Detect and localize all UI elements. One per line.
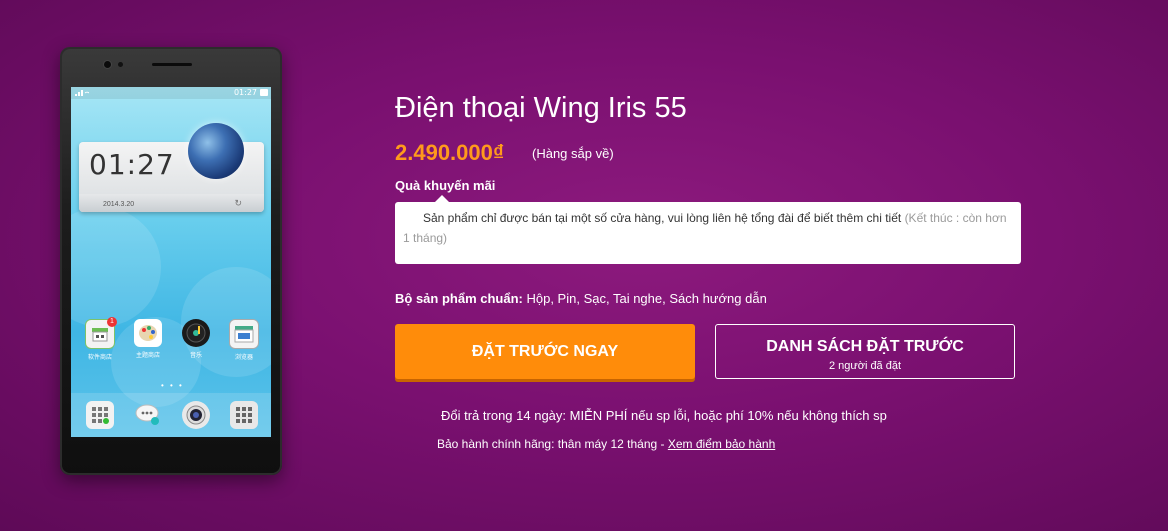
app-row: 1 软件商店 主题商店 音乐 浏览器 [81,317,263,361]
dock-row [81,401,263,429]
preorder-list-button[interactable]: DANH SÁCH ĐẶT TRƯỚC 2 người đã đặt [715,324,1015,379]
sensor [118,62,123,67]
front-camera [104,61,111,68]
dialer-icon [86,401,114,429]
standard-kit: Bộ sản phẩm chuẩn: Hộp, Pin, Sạc, Tai ng… [395,291,767,306]
app-browser: 浏览器 [225,319,263,361]
preorder-count: 2 người đã đặt [828,360,902,372]
phone-screen: 01:27 01:27 2014.3.20 ↻ 1 软件商店 主题商店 音乐 浏… [71,87,271,437]
messages-icon [134,401,162,429]
dock-dialer [81,401,119,429]
warranty-info: Bảo hành chính hãng: thân máy 12 tháng -… [437,437,775,451]
music-icon [182,319,210,347]
app-theme-store: 主题商店 [129,319,167,361]
notification-badge: 1 [107,317,117,327]
promo-box: Sản phẩm chỉ được bán tại một số cửa hàn… [395,195,1021,264]
signal-icon [75,90,89,96]
wallpaper-bubble [71,207,161,327]
standard-kit-label: Bộ sản phẩm chuẩn: [395,291,523,306]
promo-text: Sản phẩm chỉ được bán tại một số cửa hàn… [423,211,902,225]
promo-heading: Quà khuyến mãi [395,178,496,193]
battery-icon [260,89,268,96]
dock [71,393,271,437]
preorder-now-button[interactable]: ĐẶT TRƯỚC NGAY [395,324,695,379]
app-label: 软件商店 [87,354,112,361]
stock-status: (Hàng sắp về) [532,146,614,161]
status-bar: 01:27 [71,87,271,99]
dock-camera [177,401,215,429]
app-label: 主题商店 [135,352,160,359]
app-music: 音乐 [177,319,215,361]
return-policy: Đổi trả trong 14 ngày: MIỄN PHÍ nếu sp l… [441,408,887,423]
palette-icon [134,319,162,347]
status-time: 01:27 [233,88,257,97]
dock-messages [129,401,167,429]
clock-date: 2014.3.20 [103,201,135,208]
refresh-icon: ↻ [234,198,242,208]
store-icon: 1 [85,317,117,349]
dock-app-drawer [225,401,263,429]
app-store: 1 软件商店 [81,317,119,361]
standard-kit-value: Hộp, Pin, Sạc, Tai nghe, Sách hướng dẫn [526,291,767,306]
preorder-list-label: DANH SÁCH ĐẶT TRƯỚC [766,338,964,355]
clock-widget-strip: 2014.3.20 ↻ [79,194,264,212]
product-price: 2.490.000₫ [395,140,505,165]
clock-time: 01:27 [89,148,175,181]
app-drawer-icon [230,401,258,429]
warranty-text: Bảo hành chính hãng: thân máy 12 tháng - [437,437,668,451]
product-title: Điện thoại Wing Iris 55 [395,92,687,124]
product-image-phone: 01:27 01:27 2014.3.20 ↻ 1 软件商店 主题商店 音乐 浏… [60,47,282,475]
planet-wallpaper [188,123,244,179]
warranty-centers-link[interactable]: Xem điểm bảo hành [668,437,775,451]
page-indicator: • • • [161,381,184,390]
camera-icon [182,401,210,429]
earpiece-speaker [152,63,192,66]
app-label: 浏览器 [234,354,253,361]
app-label: 音乐 [189,352,202,359]
browser-icon [229,319,259,349]
